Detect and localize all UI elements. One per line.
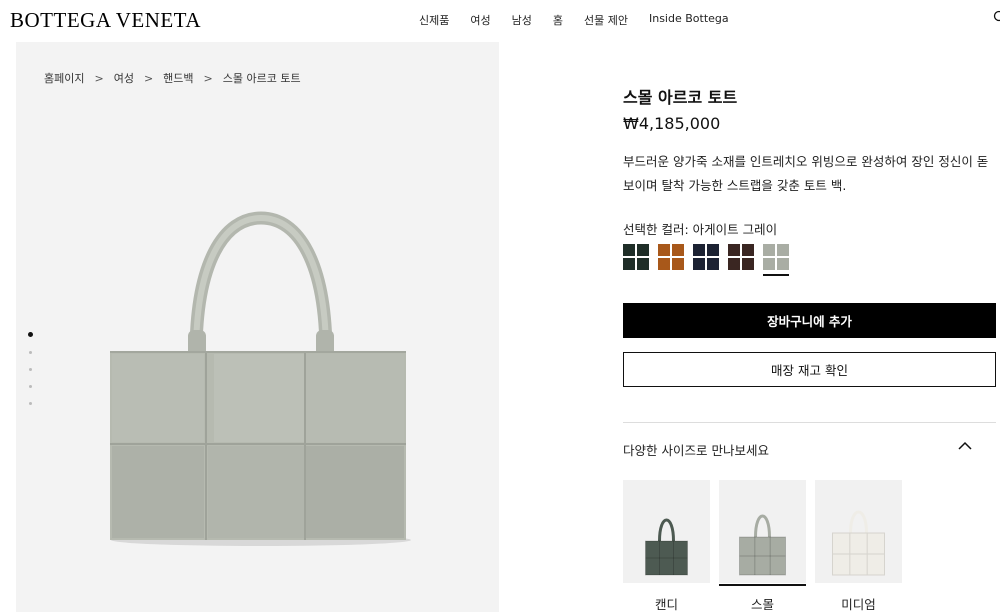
chevron-up-icon <box>958 441 972 450</box>
swatch-weave-cell <box>728 258 740 270</box>
size-option-2[interactable]: 스몰 <box>719 480 806 612</box>
sizes-accordion-header[interactable]: 다양한 사이즈로 만나보세요 <box>623 437 996 461</box>
swatch-weave-cell <box>707 244 719 256</box>
breadcrumb-separator: > <box>94 71 104 85</box>
nav-item-new[interactable]: 신제품 <box>419 12 449 28</box>
add-to-cart-button[interactable]: 장바구니에 추가 <box>623 303 996 338</box>
swatch-weave-cell <box>658 244 670 256</box>
size-option-label: 스몰 <box>750 597 774 612</box>
size-options: 캔디 스몰 미디엄 <box>623 480 902 612</box>
size-option-3[interactable]: 미디엄 <box>815 480 902 612</box>
color-swatch-5[interactable] <box>763 244 789 276</box>
size-option-label: 미디엄 <box>841 597 876 612</box>
breadcrumb: 홈페이지 > 여성 > 핸드백 > 스몰 아르코 토트 <box>44 70 301 86</box>
size-thumbnail <box>623 480 710 583</box>
product-title: 스몰 아르코 토트 <box>623 88 738 107</box>
sizes-heading: 다양한 사이즈로 만나보세요 <box>623 443 769 458</box>
swatch-weave-cell <box>623 244 635 256</box>
gallery-dot-3[interactable] <box>29 368 32 371</box>
gallery-dot-5[interactable] <box>29 402 32 405</box>
bag-thumbnail-image <box>645 518 688 576</box>
breadcrumb-women[interactable]: 여성 <box>114 70 134 86</box>
color-swatch-1[interactable] <box>623 244 649 270</box>
nav-item-gifts[interactable]: 선물 제안 <box>584 12 628 28</box>
color-swatches <box>623 244 789 276</box>
color-swatch-4[interactable] <box>728 244 754 270</box>
swatch-weave-cell <box>637 244 649 256</box>
nav-item-women[interactable]: 여성 <box>470 12 490 28</box>
swatch-weave-cell <box>742 244 754 256</box>
selected-color-label: 선택한 컬러: 아게이트 그레이 <box>623 222 778 237</box>
divider <box>623 422 996 423</box>
bag-thumbnail-image <box>739 514 786 576</box>
breadcrumb-separator: > <box>203 71 213 85</box>
swatch-weave-cell <box>763 258 775 270</box>
product-gallery: 홈페이지 > 여성 > 핸드백 > 스몰 아르코 토트 <box>16 42 499 612</box>
check-store-stock-button[interactable]: 매장 재고 확인 <box>623 352 996 387</box>
search-icon[interactable] <box>993 10 1000 24</box>
swatch-weave-cell <box>777 258 789 270</box>
color-swatch-2[interactable] <box>658 244 684 270</box>
nav-item-home[interactable]: 홈 <box>553 12 563 28</box>
gallery-pagination <box>28 332 33 419</box>
gallery-dot-1[interactable] <box>28 332 33 337</box>
breadcrumb-separator: > <box>143 71 154 85</box>
main-nav: 신제품 여성 남성 홈 선물 제안 Inside Bottega <box>419 12 729 28</box>
breadcrumb-home[interactable]: 홈페이지 <box>44 70 84 86</box>
swatch-weave-cell <box>637 258 649 270</box>
swatch-weave-cell <box>672 244 684 256</box>
swatch-weave-cell <box>707 258 719 270</box>
size-selected-indicator <box>815 584 902 586</box>
swatch-weave-cell <box>728 244 740 256</box>
swatch-weave-cell <box>672 258 684 270</box>
product-price: ₩4,185,000 <box>623 114 721 133</box>
product-image <box>110 211 411 546</box>
gallery-dot-2[interactable] <box>29 351 32 354</box>
nav-item-men[interactable]: 남성 <box>512 12 532 28</box>
gallery-dot-4[interactable] <box>29 385 32 388</box>
size-thumbnail <box>719 480 806 583</box>
site-header: BOTTEGA VENETA 신제품 여성 남성 홈 선물 제안 Inside … <box>0 0 1000 40</box>
nav-item-inside-bottega[interactable]: Inside Bottega <box>649 12 729 28</box>
swatch-weave-cell <box>693 258 705 270</box>
swatch-weave-cell <box>742 258 754 270</box>
size-selected-indicator <box>623 584 710 586</box>
brand-logo[interactable]: BOTTEGA VENETA <box>10 8 201 33</box>
swatch-weave-cell <box>658 258 670 270</box>
size-option-label: 캔디 <box>654 597 678 612</box>
size-selected-indicator <box>719 584 806 586</box>
swatch-weave-cell <box>693 244 705 256</box>
swatch-weave-cell <box>777 244 789 256</box>
swatch-weave-cell <box>763 244 775 256</box>
size-thumbnail <box>815 480 902 583</box>
swatch-weave-cell <box>623 258 635 270</box>
color-swatch-3[interactable] <box>693 244 719 270</box>
size-option-1[interactable]: 캔디 <box>623 480 710 612</box>
product-description: 부드러운 양가죽 소재를 인트레치오 위빙으로 완성하여 장인 정신이 돋보이며… <box>623 154 989 193</box>
bag-thumbnail-image <box>832 510 885 576</box>
breadcrumb-current: 스몰 아르코 토트 <box>222 72 301 85</box>
breadcrumb-handbags[interactable]: 핸드백 <box>163 70 193 86</box>
